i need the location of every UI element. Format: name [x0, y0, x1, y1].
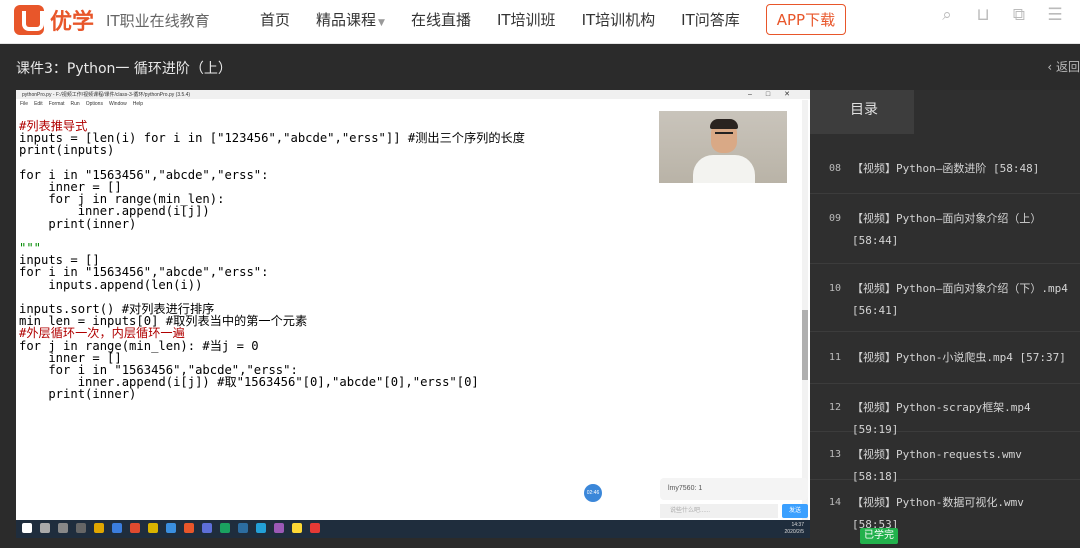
catalog-item[interactable]: 11 【视频】Python-小说爬虫.mp4 [57:37]: [810, 332, 1080, 384]
video-player[interactable]: pythonPro.py - F:/视频工作/视频课程/课件/class-3-循…: [16, 90, 810, 538]
code-editor: #列表推导式 inputs = [len(i) for i in ["12345…: [19, 120, 525, 401]
cart-icon[interactable]: ⊔: [974, 6, 992, 24]
app-icon: [202, 523, 212, 533]
clock-date: 2020/2/5: [784, 529, 804, 535]
task-view-icon: [58, 523, 68, 533]
code-line: print(inner): [19, 216, 137, 231]
app-icon: [310, 523, 320, 533]
learned-badge: 已学完: [860, 528, 898, 544]
catalog-item[interactable]: 08 【视频】Python—函数进阶 [58:48]: [810, 146, 1080, 194]
taskbar-clock: 14:37 2020/2/5: [785, 522, 804, 536]
os-taskbar: 14:37 2020/2/5: [16, 520, 810, 538]
top-icons: ⌕ ⊔ ⧉ ☰: [938, 6, 1064, 24]
lesson-title: 课件3：Python一 循环进阶（上）: [16, 61, 232, 77]
top-navbar: 优学 IT职业在线教育 首页 精品课程 ▼ 在线直播 IT培训班 IT培训机构 I…: [0, 0, 1080, 44]
code-line: print(inner): [19, 387, 137, 402]
catalog-list: 08 【视频】Python—函数进阶 [58:48] 09 【视频】Python…: [810, 146, 1080, 548]
search-icon: [40, 523, 50, 533]
editor-scrollbar[interactable]: [802, 100, 808, 532]
back-link[interactable]: ‹ 返回: [1047, 58, 1080, 75]
nav-training-class[interactable]: IT培训班: [497, 9, 556, 30]
clock-time: 14:37: [791, 522, 804, 528]
catalog-item-number: 13: [829, 449, 842, 460]
nav-home[interactable]: 首页: [260, 9, 290, 30]
catalog-item-number: 10: [829, 283, 842, 294]
logo-icon: [14, 5, 44, 35]
window-controls: –□✕: [748, 91, 804, 98]
scrollbar-thumb[interactable]: [802, 310, 808, 380]
editor-menubar: File Edit Format Run Options Window Help: [16, 100, 810, 108]
nav-live[interactable]: 在线直播: [411, 9, 471, 30]
app-icon: [274, 523, 284, 533]
catalog-item[interactable]: 12 【视频】Python-scrapy框架.mp4 [59:19]: [810, 384, 1080, 436]
nav-courses-label: 精品课程: [316, 10, 377, 29]
menu-run: Run: [70, 101, 80, 107]
app-icon: [220, 523, 230, 533]
code-line: inputs.append(len(i)): [19, 277, 203, 292]
taskbar-icons: [22, 523, 320, 533]
site-slogan: IT职业在线教育: [106, 11, 210, 30]
menu-file: File: [20, 101, 29, 107]
catalog-item-number: 14: [829, 497, 842, 508]
app-icon: [148, 523, 158, 533]
course-catalog: 目录 08 【视频】Python—函数进阶 [58:48] 09 【视频】Pyt…: [810, 90, 1080, 544]
app-icon: [256, 523, 266, 533]
caret-down-icon: ▼: [378, 17, 385, 28]
app-download-button[interactable]: APP下载: [765, 3, 847, 35]
windows-start-icon: [22, 523, 32, 533]
nav-training-org[interactable]: IT培训机构: [582, 9, 656, 30]
catalog-item-title: 【视频】Python—面向对象介绍（下）.mp4: [852, 282, 1068, 295]
catalog-item-title: 【视频】Python—函数进阶 [58:48]: [852, 162, 1040, 175]
menu-edit: Edit: [34, 101, 43, 107]
catalog-item-title: 【视频】Python—面向对象介绍（上）: [852, 212, 1042, 225]
app-icon: [238, 523, 248, 533]
editor-window-title: pythonPro.py - F:/视频工作/视频课程/课件/class-3-循…: [22, 92, 191, 98]
search-icon[interactable]: ⌕: [938, 6, 956, 24]
catalog-item-duration: [56:41]: [852, 304, 899, 317]
browser-icon: [130, 523, 140, 533]
folder-icon: [94, 523, 104, 533]
menu-help: Help: [132, 101, 144, 107]
catalog-item-duration: [58:44]: [852, 234, 899, 247]
code-line: print(inputs): [19, 143, 115, 158]
logo-text: 优学: [50, 10, 95, 35]
site-logo[interactable]: 优学 IT职业在线教育: [14, 2, 210, 38]
menu-icon[interactable]: ☰: [1046, 6, 1064, 24]
tab-catalog[interactable]: 目录: [810, 90, 914, 134]
catalog-item[interactable]: 10 【视频】Python—面向对象介绍（下）.mp4 [56:41]: [810, 264, 1080, 332]
scan-icon[interactable]: ⧉: [1010, 6, 1028, 24]
main-nav: 首页 精品课程 ▼ 在线直播 IT培训班 IT培训机构 IT问答库 APP下载: [260, 0, 847, 38]
nav-qa[interactable]: IT问答库: [681, 9, 740, 30]
chat-input[interactable]: 说些什么吧......: [660, 504, 778, 518]
store-icon: [112, 523, 122, 533]
menu-options: Options: [85, 101, 103, 107]
menu-format: Format: [48, 101, 65, 107]
catalog-item[interactable]: 13 【视频】Python-requests.wmv [58:18]: [810, 432, 1080, 483]
chat-send-button[interactable]: 发送: [782, 504, 808, 518]
catalog-tabs: 目录: [810, 90, 1080, 134]
nav-courses[interactable]: 精品课程 ▼: [316, 9, 385, 30]
catalog-item[interactable]: 09 【视频】Python—面向对象介绍（上） [58:44]: [810, 194, 1080, 264]
catalog-item[interactable]: 14 【视频】Python-数据可视化.wmv [58:53] 已学完: [810, 480, 1080, 548]
editor-window-titlebar: pythonPro.py - F:/视频工作/视频课程/课件/class-3-循…: [16, 90, 810, 99]
teacher-webcam: [659, 111, 787, 183]
catalog-item-number: 11: [829, 352, 842, 363]
catalog-item-title: 【视频】Python-小说爬虫.mp4 [57:37]: [852, 351, 1066, 364]
app-icon: [184, 523, 194, 533]
menu-window: Window: [108, 101, 127, 107]
catalog-item-number: 09: [829, 213, 842, 224]
catalog-item-number: 12: [829, 402, 842, 413]
floating-timer-button[interactable]: 02:46: [584, 484, 602, 502]
chat-message: lmy7560: 1: [660, 478, 808, 500]
app-icon: [166, 523, 176, 533]
lesson-header: 课件3：Python一 循环进阶（上） ‹ 返回: [0, 44, 1080, 90]
catalog-item-number: 08: [829, 163, 842, 174]
app-icon: [76, 523, 86, 533]
app-icon: [292, 523, 302, 533]
